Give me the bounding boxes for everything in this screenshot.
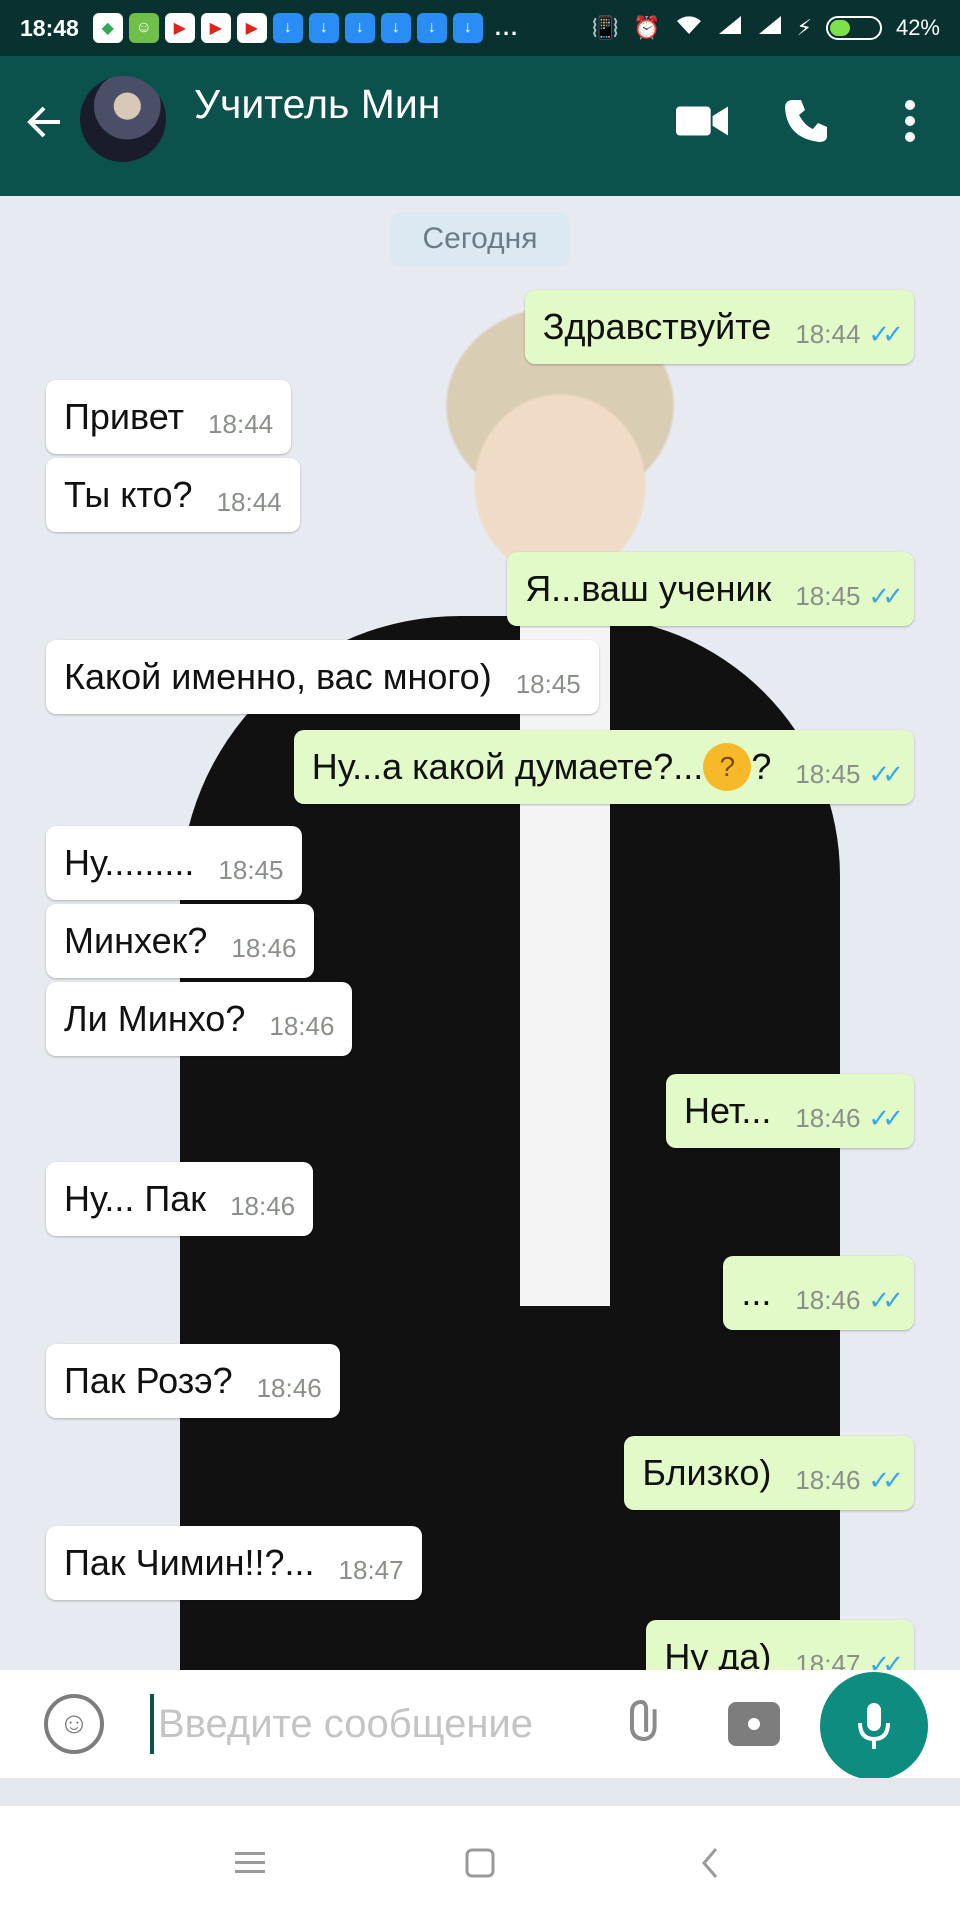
robot-icon: ☺ [128,13,159,43]
vibrate-icon: 📳 [591,15,620,40]
message-bubble[interactable]: Ну да) 18:47 ✓✓ [646,1620,914,1670]
message-bubble[interactable]: Ты кто? 18:44 [46,458,300,532]
download-icon: ↓ [308,13,339,43]
avatar[interactable] [80,76,166,162]
notification-icons: ◆ ☺ ▶ ▶ ▶ ↓ ↓ ↓ ↓ ↓ ↓ ... [92,13,520,43]
video-camera-icon[interactable] [676,95,728,147]
message-bubble[interactable]: Я...ваш ученик 18:45 ✓✓ [507,552,914,626]
alarm-icon: ⏰ [633,15,661,40]
read-ticks-icon: ✓✓ [868,1102,903,1133]
message-bubble[interactable]: Минхек? 18:46 [46,904,315,978]
charging-icon: ⚡ [796,15,812,40]
composer-backdrop [0,1778,960,1806]
message-composer: ☺ Введите сообщение [24,1670,800,1778]
camera-icon[interactable] [728,1702,780,1746]
home-icon[interactable] [450,1833,510,1893]
arrow-left-icon[interactable] [24,99,64,153]
date-divider: Сегодня [390,212,570,266]
message-bubble[interactable]: Пак Розэ? 18:46 [46,1344,340,1418]
smiley-icon[interactable]: ☺ [44,1694,104,1754]
wifi-icon [675,14,703,42]
message-bubble[interactable]: ... 18:46 ✓✓ [723,1256,914,1330]
download-icon: ↓ [344,13,375,43]
message-bubble[interactable]: Близко) 18:46 ✓✓ [624,1436,914,1510]
read-ticks-icon: ✓✓ [868,1464,903,1495]
download-icon: ↓ [452,13,483,43]
youtube-icon: ▶ [200,13,231,43]
text-cursor [150,1694,154,1754]
message-bubble[interactable]: Пак Чимин!!?... 18:47 [46,1526,422,1600]
more-vertical-icon[interactable] [884,95,936,147]
status-right: 📳 ⏰ ⚡ 42% [592,14,940,42]
read-ticks-icon: ✓✓ [868,1284,903,1315]
more-notifications: ... [494,15,520,40]
message-bubble[interactable]: Ну... Пак 18:46 [46,1162,314,1236]
thinking-face-icon: ? [703,743,752,791]
chat-header: Учитель Мин [0,56,960,196]
wallpaper-shirt [520,626,610,1306]
message-bubble[interactable]: Привет 18:44 [46,380,292,454]
message-input[interactable]: Введите сообщение [158,1702,533,1747]
message-bubble[interactable]: Ну...а какой думаете?... ? ? 18:45 ✓✓ [293,730,914,804]
read-ticks-icon: ✓✓ [868,1648,903,1671]
message-bubble[interactable]: Здравствуйте 18:44 ✓✓ [524,290,914,364]
youtube-icon: ▶ [236,13,267,43]
header-actions [676,95,936,147]
back-nav-icon[interactable] [680,1833,740,1893]
status-bar: 18:48 ◆ ☺ ▶ ▶ ▶ ↓ ↓ ↓ ↓ ↓ ↓ ... 📳 ⏰ ⚡ 42… [0,0,960,56]
system-nav-bar [0,1806,960,1920]
menu-icon[interactable] [220,1833,280,1893]
message-bubble[interactable]: Ну......... 18:45 [46,826,302,900]
chat-area[interactable]: Сегодня Здравствуйте 18:44 ✓✓ Привет 18:… [0,196,960,1670]
message-bubble[interactable]: Какой именно, вас много) 18:45 [46,640,599,714]
signal-icon [757,14,783,42]
youtube-icon: ▶ [164,13,195,43]
status-time: 18:48 [20,14,79,41]
signal-icon [717,14,743,42]
read-ticks-icon: ✓✓ [868,580,903,611]
read-ticks-icon: ✓✓ [868,318,903,349]
message-bubble[interactable]: Ли Минхо? 18:46 [46,982,353,1056]
phone-icon[interactable] [780,95,832,147]
download-icon: ↓ [272,13,303,43]
battery-percent: 42% [895,15,940,40]
download-icon: ↓ [416,13,447,43]
contact-name[interactable]: Учитель Мин [194,81,440,128]
microphone-icon[interactable] [820,1672,928,1780]
read-ticks-icon: ✓✓ [868,758,903,789]
battery-icon [825,16,882,40]
maps-icon: ◆ [92,13,123,43]
download-icon: ↓ [380,13,411,43]
message-bubble[interactable]: Нет... 18:46 ✓✓ [666,1074,914,1148]
paperclip-icon[interactable] [615,1689,685,1759]
